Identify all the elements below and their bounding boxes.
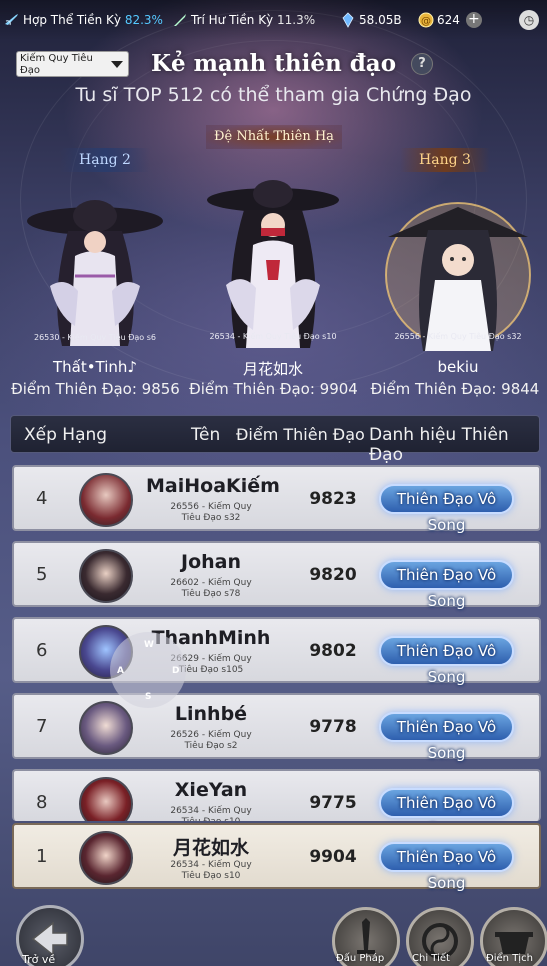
row-name: 月花如水 (172, 837, 249, 859)
podium-first-score: Điểm Thiên Đạo: 9904 (189, 380, 358, 398)
rank-third-tag: Hạng 3 (400, 148, 490, 172)
avatar[interactable] (79, 831, 133, 885)
podium-first-name: 月花如水 (242, 360, 303, 378)
classics-label: Điển Tịch (486, 953, 533, 964)
joystick-right-label: D (172, 666, 180, 676)
row-score: 9904 (309, 847, 357, 867)
character-portrait-icon (27, 200, 163, 346)
page-title: Kẻ mạnh thiên đạo (150, 50, 397, 77)
podium-first-character[interactable]: 26534 - Kiếm Quy Tiêu Đạo s10 (198, 170, 348, 351)
row-score: 9802 (309, 641, 357, 661)
detail-label: Chi Tiết (412, 953, 450, 964)
table-row[interactable]: 7 Linhbé 26526 - Kiếm Quy Tiêu Đạo s2 97… (12, 693, 541, 762)
coin-icon: @ (418, 12, 434, 28)
svg-text:@: @ (421, 16, 431, 27)
sword-icon (174, 14, 186, 26)
row-name: Linhbé (174, 703, 248, 725)
column-rank: Xếp Hạng (24, 425, 108, 445)
row-server: 26602 - Kiếm Quy Tiêu Đạo s78 (170, 578, 252, 599)
row-rank: 1 (36, 846, 48, 867)
row-name: Johan (181, 551, 241, 573)
crystal-icon (342, 12, 354, 28)
avatar[interactable] (79, 549, 133, 603)
podium-second-character[interactable]: 26530 - Kiếm Quy Tiêu Đạo s6 (20, 176, 170, 351)
row-server: 26534 - Kiếm Quy Tiêu Đạo s10 (170, 860, 252, 881)
podium-first-server: 26534 - Kiếm Quy Tiêu Đạo s10 (209, 332, 337, 341)
page-subtitle: Tu sĩ TOP 512 có thể tham gia Chứng Đạo (75, 84, 472, 106)
hop-label: Hợp Thể Tiền Kỳ (23, 13, 121, 27)
title-badge: Thiên Đạo Vô Song (379, 842, 514, 892)
title-badge: Thiên Đạo Vô Song (379, 712, 514, 762)
column-name: Tên (191, 425, 221, 445)
title-badge: Thiên Đạo Vô Song (379, 484, 514, 534)
status-bar: Hợp Thể Tiền Kỳ 82.3% Trí Hư Tiền Kỳ 11.… (0, 0, 547, 40)
row-rank: 8 (36, 792, 48, 813)
coin-value: 624 (437, 13, 460, 27)
column-title: Danh hiệu Thiên Đạo (369, 425, 509, 465)
joystick-left-label: A (117, 666, 124, 676)
battle-label: Đấu Pháp (336, 953, 385, 964)
podium-third-server: 26556 - Kiếm Quy Tiêu Đạo s32 (394, 332, 522, 341)
character-portrait-icon (385, 202, 531, 351)
podium-second-score: Điểm Thiên Đạo: 9856 (11, 380, 180, 398)
rank-first-tag: Đệ Nhất Thiên Hạ (206, 125, 342, 149)
podium-second-name: Thất•Tinh♪ (52, 358, 138, 376)
podium-third-name: bekiu (437, 358, 479, 376)
virtual-joystick[interactable]: W A D S (110, 632, 186, 708)
crystal-value: 58.05B (359, 13, 402, 27)
column-score: Điểm Thiên Đạo (236, 425, 365, 444)
title-badge: Thiên Đạo Vô Song (379, 636, 514, 686)
row-score: 9775 (309, 793, 357, 813)
table-row[interactable]: 8 XieYan 26534 - Kiếm Quy Tiêu Đạo s10 9… (12, 769, 541, 821)
realm-hop: Hợp Thể Tiền Kỳ 82.3% (4, 12, 163, 28)
ranking-table-header: Xếp Hạng Tên Điểm Thiên Đạo Danh hiệu Th… (10, 415, 540, 465)
row-name: MaiHoaKiếm (146, 475, 280, 497)
sword-wing-icon (5, 14, 18, 26)
row-rank: 4 (36, 488, 48, 509)
podium-third-character[interactable]: 26556 - Kiếm Quy Tiêu Đạo s32 (383, 185, 533, 351)
help-button[interactable]: ? (411, 53, 433, 75)
row-score: 9778 (309, 717, 357, 737)
avatar[interactable] (79, 777, 133, 821)
row-rank: 7 (36, 716, 48, 737)
my-rank-row[interactable]: 1 月花如水 26534 - Kiếm Quy Tiêu Đạo s10 990… (12, 823, 541, 892)
row-rank: 6 (36, 640, 48, 661)
rank-second-tag: Hạng 2 (60, 148, 150, 172)
realm-tri: Trí Hư Tiền Kỳ 11.3% (172, 12, 315, 28)
tri-label: Trí Hư Tiền Kỳ (191, 13, 274, 27)
title-badge: Thiên Đạo Vô Song (379, 788, 514, 821)
row-server: 26534 - Kiếm Quy Tiêu Đạo s10 (170, 806, 252, 821)
podium-third-score: Điểm Thiên Đạo: 9844 (370, 380, 540, 398)
table-row[interactable]: 5 Johan 26602 - Kiếm Quy Tiêu Đạo s78 98… (12, 541, 541, 610)
avatar[interactable] (79, 701, 133, 755)
coin-currency: @ 624 + (418, 12, 482, 28)
table-row[interactable]: 4 MaiHoaKiếm 26556 - Kiếm Quy Tiêu Đạo s… (12, 465, 541, 534)
row-server: 26526 - Kiếm Quy Tiêu Đạo s2 (170, 730, 252, 751)
add-currency-button[interactable]: + (465, 12, 482, 28)
crystal-currency: 58.05B (340, 12, 402, 28)
podium-second-server: 26530 - Kiếm Quy Tiêu Đạo s6 (34, 333, 156, 342)
tri-percent: 11.3% (277, 13, 316, 27)
avatar[interactable] (79, 473, 133, 527)
row-server: 26556 - Kiếm Quy Tiêu Đạo s32 (170, 502, 252, 523)
row-score: 9823 (309, 489, 357, 509)
row-score: 9820 (309, 565, 357, 585)
clock-icon[interactable]: ◷ (519, 10, 539, 30)
back-label: Trở về (22, 953, 56, 966)
table-row[interactable]: 6 ThanhMinh 26629 - Kiếm Quy Tiêu Đạo s1… (12, 617, 541, 686)
character-portrait-icon (207, 180, 339, 348)
title-badge: Thiên Đạo Vô Song (379, 560, 514, 610)
joystick-down-label: S (145, 692, 152, 702)
hop-percent: 82.3% (124, 13, 163, 27)
joystick-up-label: W (144, 640, 154, 650)
row-name: XieYan (174, 779, 248, 801)
row-rank: 5 (36, 564, 48, 585)
